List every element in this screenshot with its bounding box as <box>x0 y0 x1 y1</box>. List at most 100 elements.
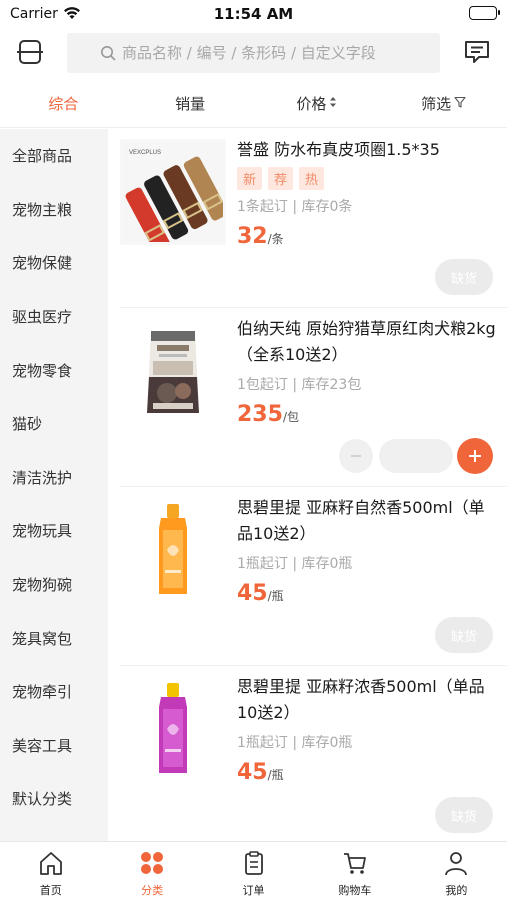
sort-label: 综合 <box>48 95 79 113</box>
sidebar-item-label: 笼具窝包 <box>12 629 73 648</box>
sidebar-item-default[interactable]: 默认分类 <box>0 772 108 826</box>
product-info: 思碧里提 亚麻籽自然香500ml（单品10送2） 1瓶起订 | 库存0瓶 45/… <box>237 495 499 606</box>
tab-label: 我的 <box>445 884 468 897</box>
product-card[interactable]: 思碧里提 亚麻籽自然香500ml（单品10送2） 1瓶起订 | 库存0瓶 45/… <box>120 487 507 666</box>
product-info: 思碧里提 亚麻籽浓香500ml（单品10送2） 1瓶起订 | 库存0瓶 45/瓶 <box>237 674 499 785</box>
tag-hot: 热 <box>299 167 325 190</box>
decrease-button[interactable] <box>339 439 373 473</box>
clock: 11:54 AM <box>213 5 294 23</box>
scan-button[interactable] <box>12 36 48 72</box>
out-of-stock-button[interactable]: 缺货 <box>435 617 493 653</box>
sidebar-item-label: 宠物牵引 <box>12 683 73 702</box>
price-value: 45 <box>237 760 268 785</box>
quantity-stepper <box>339 438 493 474</box>
sort-comprehensive[interactable]: 综合 <box>0 80 127 127</box>
search-input[interactable] <box>122 44 407 62</box>
sidebar-item-label: 宠物保健 <box>12 254 73 273</box>
sidebar-item-label: 宠物主粮 <box>12 200 73 219</box>
header <box>0 28 507 80</box>
out-of-stock-button[interactable]: 缺货 <box>435 797 493 833</box>
tab-orders[interactable]: 订单 <box>203 842 304 900</box>
product-stock-info: 1包起订 | 库存23包 <box>237 377 362 393</box>
product-card[interactable]: VEXCPLUS 誉盛 防水布真皮项圈1.5*35 新 荐 热 1条起订 | 库… <box>120 129 507 308</box>
search-icon <box>100 45 116 61</box>
tab-label: 订单 <box>242 884 265 897</box>
product-info: 誉盛 防水布真皮项圈1.5*35 新 荐 热 1条起订 | 库存0条 32/条 <box>237 137 499 249</box>
sidebar-item-deworming[interactable]: 驱虫医疗 <box>0 290 108 344</box>
home-icon <box>38 850 64 880</box>
sort-arrows-icon <box>329 96 337 111</box>
product-name: 伯纳天纯 原始狩猎草原红肉犬粮2kg（全系10送2） <box>237 319 496 364</box>
sidebar-item-label: 宠物玩具 <box>12 522 73 541</box>
sidebar-item-toys[interactable]: 宠物玩具 <box>0 504 108 558</box>
dog-food-bag-image <box>120 318 226 424</box>
quantity-input[interactable] <box>379 439 453 473</box>
price-value: 235 <box>237 402 283 427</box>
category-icon <box>139 850 165 880</box>
product-price: 235/包 <box>237 402 499 427</box>
product-card[interactable]: 伯纳天纯 原始狩猎草原红肉犬粮2kg（全系10送2） 1包起订 | 库存23包 … <box>120 308 507 487</box>
sidebar-item-cages[interactable]: 笼具窝包 <box>0 611 108 665</box>
tab-home[interactable]: 首页 <box>0 842 101 900</box>
sidebar-item-cat-litter[interactable]: 猫砂 <box>0 397 108 451</box>
minus-icon <box>351 455 361 457</box>
sidebar-item-snacks[interactable]: 宠物零食 <box>0 343 108 397</box>
battery-icon <box>469 6 500 20</box>
product-name: 思碧里提 亚麻籽浓香500ml（单品10送2） <box>237 677 485 722</box>
product-card[interactable]: 思碧里提 亚麻籽浓香500ml（单品10送2） 1瓶起订 | 库存0瓶 45/瓶… <box>120 666 507 841</box>
sort-filter[interactable]: 筛选 <box>380 80 507 127</box>
category-sidebar: 全部商品 宠物主粮 宠物保健 驱虫医疗 宠物零食 猫砂 清洁洗护 宠物玩具 宠物… <box>0 129 108 841</box>
bottom-tab-bar: 首页 分类 订单 购物车 我的 <box>0 841 507 900</box>
price-unit: /瓶 <box>267 768 284 782</box>
sidebar-item-label: 全部商品 <box>12 147 73 166</box>
sort-sales[interactable]: 销量 <box>127 80 254 127</box>
sidebar-item-bowls[interactable]: 宠物狗碗 <box>0 558 108 612</box>
status-bar: Carrier 11:54 AM <box>0 0 507 28</box>
tab-label: 分类 <box>141 884 164 897</box>
sort-label: 筛选 <box>421 95 452 113</box>
sidebar-item-label: 宠物零食 <box>12 361 73 380</box>
scan-icon <box>17 39 43 69</box>
sidebar-item-grooming[interactable]: 美容工具 <box>0 719 108 773</box>
tab-profile[interactable]: 我的 <box>406 842 507 900</box>
tab-category[interactable]: 分类 <box>101 842 202 900</box>
pink-shampoo-bottle-image <box>120 676 226 782</box>
message-icon <box>463 39 491 69</box>
plus-icon <box>469 450 481 462</box>
product-price: 45/瓶 <box>237 760 499 785</box>
cart-icon <box>342 850 368 880</box>
svg-text:VEXCPLUS: VEXCPLUS <box>129 150 161 156</box>
price-unit: /包 <box>282 410 299 424</box>
sidebar-item-staple-food[interactable]: 宠物主粮 <box>0 183 108 237</box>
order-icon <box>241 850 267 880</box>
message-button[interactable] <box>459 36 495 72</box>
sidebar-item-health[interactable]: 宠物保健 <box>0 236 108 290</box>
sidebar-item-cleaning[interactable]: 清洁洗护 <box>0 451 108 505</box>
sort-bar: 综合 销量 价格 筛选 <box>0 80 507 128</box>
increase-button[interactable] <box>457 438 493 474</box>
product-list: VEXCPLUS 誉盛 防水布真皮项圈1.5*35 新 荐 热 1条起订 | 库… <box>108 129 507 841</box>
price-value: 32 <box>237 224 268 249</box>
sidebar-item-label: 宠物狗碗 <box>12 576 73 595</box>
out-of-stock-button[interactable]: 缺货 <box>435 259 493 295</box>
sidebar-item-label: 猫砂 <box>12 415 43 434</box>
product-stock-info: 1瓶起订 | 库存0瓶 <box>237 735 353 751</box>
price-value: 45 <box>237 581 268 606</box>
sidebar-item-leashes[interactable]: 宠物牵引 <box>0 665 108 719</box>
sidebar-item-label: 默认分类 <box>12 790 73 809</box>
sidebar-item-all[interactable]: 全部商品 <box>0 129 108 183</box>
search-bar[interactable] <box>67 33 440 73</box>
product-stock-info: 1瓶起订 | 库存0瓶 <box>237 556 353 572</box>
orange-shampoo-bottle-image <box>120 497 226 603</box>
price-unit: /瓶 <box>267 589 284 603</box>
sort-label: 价格 <box>296 95 327 113</box>
tab-cart[interactable]: 购物车 <box>304 842 405 900</box>
sidebar-item-label: 清洁洗护 <box>12 468 73 487</box>
sidebar-item-label: 美容工具 <box>12 736 73 755</box>
sort-price[interactable]: 价格 <box>254 80 381 127</box>
product-price: 45/瓶 <box>237 581 499 606</box>
sort-label: 销量 <box>175 95 206 113</box>
product-price: 32/条 <box>237 224 499 249</box>
profile-icon <box>443 850 469 880</box>
tag-new: 新 <box>237 167 263 190</box>
